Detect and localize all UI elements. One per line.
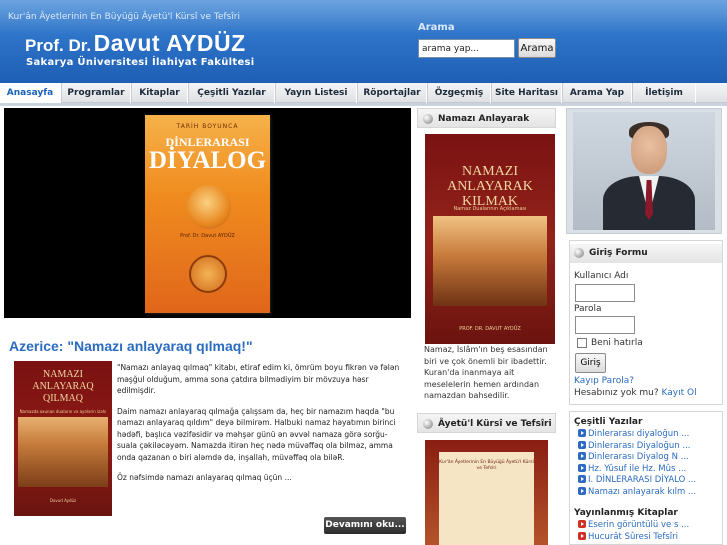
main-nav: Anasayfa Programlar Kitaplar Çeşitli Yaz…	[0, 83, 727, 103]
mosque-interior-image	[433, 216, 547, 306]
photo-face	[631, 126, 667, 174]
arrow-right-icon	[578, 520, 586, 528]
remember-checkbox[interactable]	[577, 338, 587, 348]
register-link[interactable]: Kayıt Ol	[662, 388, 697, 398]
article-link[interactable]: Hz. Yûsuf ile Hz. Mûs ...	[578, 464, 686, 474]
namazi-book-cover[interactable]: NAMAZI ANLAYARAK KILMAK Namaz Dualarının…	[425, 134, 555, 344]
article-book-title: NAMAZI ANLAYARAQ QILMAQ	[32, 369, 94, 404]
username-field[interactable]	[575, 284, 635, 302]
article-body: "Namazı anlayaq qılmaq" kitabı, etiraf e…	[117, 362, 407, 493]
books-list-title: Yayınlanmış Kitaplar	[574, 508, 678, 518]
bullet-icon	[423, 114, 433, 124]
logo-name: Davut AYDÜZ	[93, 30, 246, 56]
article-link[interactable]: I. DİNLERARASI DİYALO ...	[578, 475, 696, 485]
password-label: Parola	[574, 304, 602, 314]
tab-yayin-listesi[interactable]: Yayın Listesi	[275, 83, 357, 103]
arrow-right-icon	[578, 441, 586, 449]
namazi-book-title: NAMAZI ANLAYARAK KILMAK	[447, 164, 533, 209]
site-header: Kur'ân Âyetlerinin En Büyüğü Âyetü'l Kür…	[0, 0, 727, 83]
tab-iletisim[interactable]: İletişim	[632, 83, 696, 103]
remember-label: Beni hatırla	[591, 338, 643, 348]
ayetul-box-title: Âyetü'l Kürsî ve Tefsîri	[438, 419, 552, 429]
article-link[interactable]: Dinlerarası diyaloğun ...	[578, 429, 689, 439]
search-label: Arama	[418, 22, 455, 33]
login-button[interactable]: Giriş	[575, 353, 606, 373]
logo-subtitle: Sakarya Üniversitesi İlahiyat Fakültesi	[26, 57, 255, 68]
article-paragraph: Daim namazı anlayaraq qılmağa çalışsam d…	[117, 406, 396, 462]
ayetul-cover-text: Kur'ân Âyetlerinin En Büyüğü Âyetü'l Kür…	[439, 460, 534, 471]
login-title: Giriş Formu	[589, 248, 648, 258]
featured-book-cover[interactable]: TARİH BOYUNCA DİNLERARASI DİYALOG Prof. …	[145, 115, 270, 313]
tab-programlar[interactable]: Programlar	[61, 83, 131, 103]
emblem-icon	[189, 255, 227, 293]
tab-ozgecmis[interactable]: Özgeçmiş	[427, 83, 491, 103]
namazi-book-subtitle: Namaz Dualarının Açıklaması	[453, 206, 527, 212]
arrow-right-icon	[578, 452, 586, 460]
register-prompt: Hesabınız yok mu? Kayıt Ol	[574, 388, 697, 398]
password-field[interactable]	[575, 316, 635, 334]
tab-anasayfa[interactable]: Anasayfa	[0, 83, 61, 103]
site-logo[interactable]: Prof. Dr. Davut AYDÜZ	[25, 30, 246, 57]
book-cover-top-text: TARİH BOYUNCA	[176, 123, 239, 130]
article-link[interactable]: Dinlerarası Diyaloğun ...	[578, 441, 690, 451]
article-book-author: Davud Aydüz	[49, 498, 77, 503]
arrow-right-icon	[578, 487, 586, 495]
article-link[interactable]: Dinlerarası Diyalog N ...	[578, 452, 689, 462]
arrow-right-icon	[578, 475, 586, 483]
book-cover-title: DİYALOG	[148, 147, 267, 174]
search-input[interactable]	[418, 39, 515, 58]
book-link[interactable]: Hucurât Sûresi Tefsîri	[578, 532, 678, 542]
ayetul-book-cover[interactable]: Kur'ân Âyetlerinin En Büyüğü Âyetü'l Kür…	[425, 440, 548, 545]
logo-prefix: Prof. Dr.	[25, 36, 92, 55]
arrow-right-icon	[578, 464, 586, 472]
no-account-text: Hesabınız yok mu?	[574, 388, 659, 398]
forgot-password-link[interactable]: Kayıp Parola?	[574, 376, 634, 386]
tab-arama-yap[interactable]: Arama Yap	[562, 83, 632, 103]
tab-roportajlar[interactable]: Röportajlar	[357, 83, 427, 103]
tab-site-haritasi[interactable]: Site Haritası	[491, 83, 562, 103]
article-book-image[interactable]: NAMAZI ANLAYARAQ QILMAQ Namazda oxunan d…	[14, 361, 112, 516]
articles-list-title: Çeşitli Yazılar	[574, 417, 643, 427]
book-link[interactable]: Eserin görüntülü ve s ...	[578, 520, 689, 530]
article-paragraph: "Namazı anlayaq qılmaq" kitabı, etiraf e…	[117, 363, 400, 395]
article-link[interactable]: Namazı anlayarak kılm ...	[578, 487, 696, 497]
login-header: Giriş Formu	[570, 244, 722, 263]
article-book-subtitle: Namazda oxunan duaların və ayələrin izah…	[19, 409, 107, 414]
arrow-right-icon	[578, 532, 586, 540]
tab-kitaplar[interactable]: Kitaplar	[131, 83, 188, 103]
namazi-summary: Namaz, İslâm'ın beş esasından biri ve ço…	[424, 345, 548, 400]
read-more-button[interactable]: Devamını oku...	[324, 517, 406, 534]
bullet-icon	[574, 248, 584, 258]
tab-cesitli-yazilar[interactable]: Çeşitli Yazılar	[188, 83, 275, 103]
arrow-right-icon	[578, 429, 586, 437]
ayetul-cover-panel: Kur'ân Âyetlerinin En Büyüğü Âyetü'l Kür…	[439, 452, 534, 545]
site-tagline: Kur'ân Âyetlerinin En Büyüğü Âyetü'l Kür…	[8, 12, 240, 22]
nav-divider	[0, 103, 727, 106]
article-title[interactable]: Azerice: "Namazı anlayaraq qılmaq!"	[9, 338, 253, 354]
globe-icon	[187, 185, 231, 229]
namazi-box-header: Namazı Anlayarak Kılmak	[417, 108, 556, 144]
search-button[interactable]: Arama	[518, 38, 556, 58]
article-paragraph: Öz nəfsimdə namazı anlayaraq qılmaq üçün…	[117, 473, 292, 482]
mosque-interior-image	[18, 417, 108, 487]
bullet-icon	[423, 419, 433, 429]
username-label: Kullanıcı Adı	[574, 271, 629, 281]
author-photo	[573, 112, 715, 230]
namazi-book-author: PROF. DR. DAVUT AYDÜZ	[459, 326, 521, 332]
book-cover-author: Prof. Dr. Davut AYDÜZ	[180, 233, 235, 239]
ayetul-box-header: Âyetü'l Kürsî ve Tefsîri	[417, 413, 556, 433]
